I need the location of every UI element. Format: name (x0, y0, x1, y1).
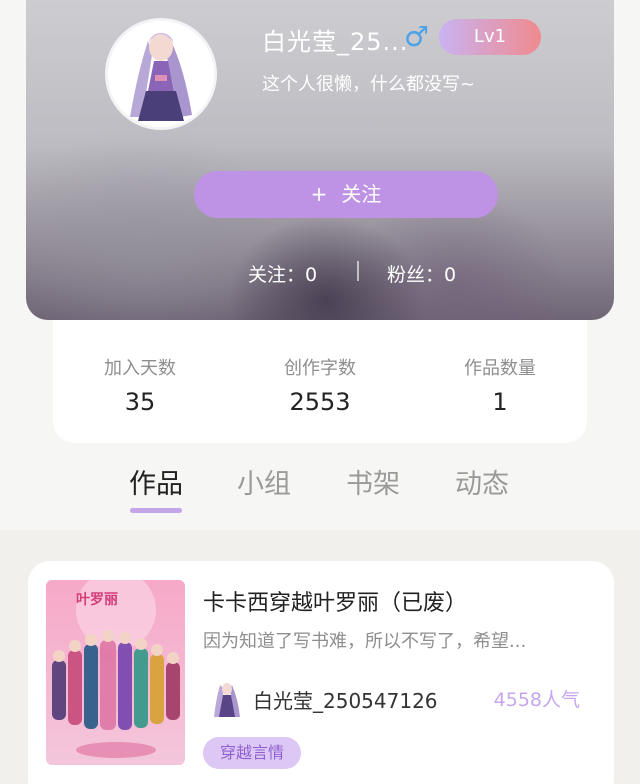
cover-logo-text: 叶罗丽 (76, 592, 118, 608)
stats-card: 加入天数 35 创作字数 2553 作品数量 1 (53, 320, 587, 443)
stat-label: 加入天数 (104, 358, 176, 379)
user-avatar[interactable] (105, 18, 217, 130)
tab-bookshelf[interactable]: 书架 (346, 462, 400, 501)
plus-icon: + (310, 182, 328, 206)
fans-count[interactable]: 粉丝：0 (387, 260, 456, 287)
stat-label: 创作字数 (284, 358, 356, 379)
tab-works[interactable]: 作品 (129, 462, 183, 501)
popularity-count: 4558人气 (493, 689, 580, 711)
stat-works-count: 作品数量 1 (430, 354, 570, 416)
avatar-character-image (108, 21, 214, 127)
stat-value: 2553 (289, 388, 351, 416)
follow-button[interactable]: + 关注 (194, 171, 498, 218)
tab-activity[interactable]: 动态 (455, 462, 509, 501)
stat-value: 1 (492, 388, 508, 416)
author-name[interactable]: 白光莹_250547126 (253, 685, 438, 714)
tab-groups[interactable]: 小组 (237, 462, 291, 501)
genre-tag[interactable]: 穿越言情 (203, 737, 301, 769)
user-bio: 这个人很懒，什么都没写~ (262, 74, 476, 95)
content-tabs: 作品 小组 书架 动态 (0, 462, 640, 522)
cover-illustration: 叶罗丽 (46, 580, 185, 765)
author-avatar[interactable] (210, 679, 244, 719)
stats-divider (357, 261, 359, 281)
work-title[interactable]: 卡卡西穿越叶罗丽（已废） (203, 585, 467, 617)
follow-button-label: 关注 (341, 182, 382, 206)
stat-value: 35 (124, 388, 156, 416)
stat-word-count: 创作字数 2553 (250, 354, 390, 416)
profile-header: 白光莹_25... ♂ Lv1 这个人很懒，什么都没写~ + 关注 关注：0 粉丝… (26, 0, 614, 320)
username: 白光莹_25... (262, 28, 409, 56)
stat-join-days: 加入天数 35 (70, 354, 210, 416)
following-count[interactable]: 关注：0 (248, 260, 317, 287)
work-card[interactable]: 叶罗丽 卡卡西穿越叶罗丽（已废） 因为知道了写书难，所以不写了，希望... 白光… (28, 561, 614, 784)
author-avatar-image (210, 679, 244, 719)
stat-label: 作品数量 (464, 358, 536, 379)
male-icon: ♂ (404, 20, 430, 53)
work-description: 因为知道了写书难，所以不写了，希望... (203, 631, 527, 652)
active-tab-indicator (130, 508, 182, 513)
work-cover-image[interactable]: 叶罗丽 (46, 580, 185, 765)
level-badge: Lv1 (439, 19, 541, 55)
